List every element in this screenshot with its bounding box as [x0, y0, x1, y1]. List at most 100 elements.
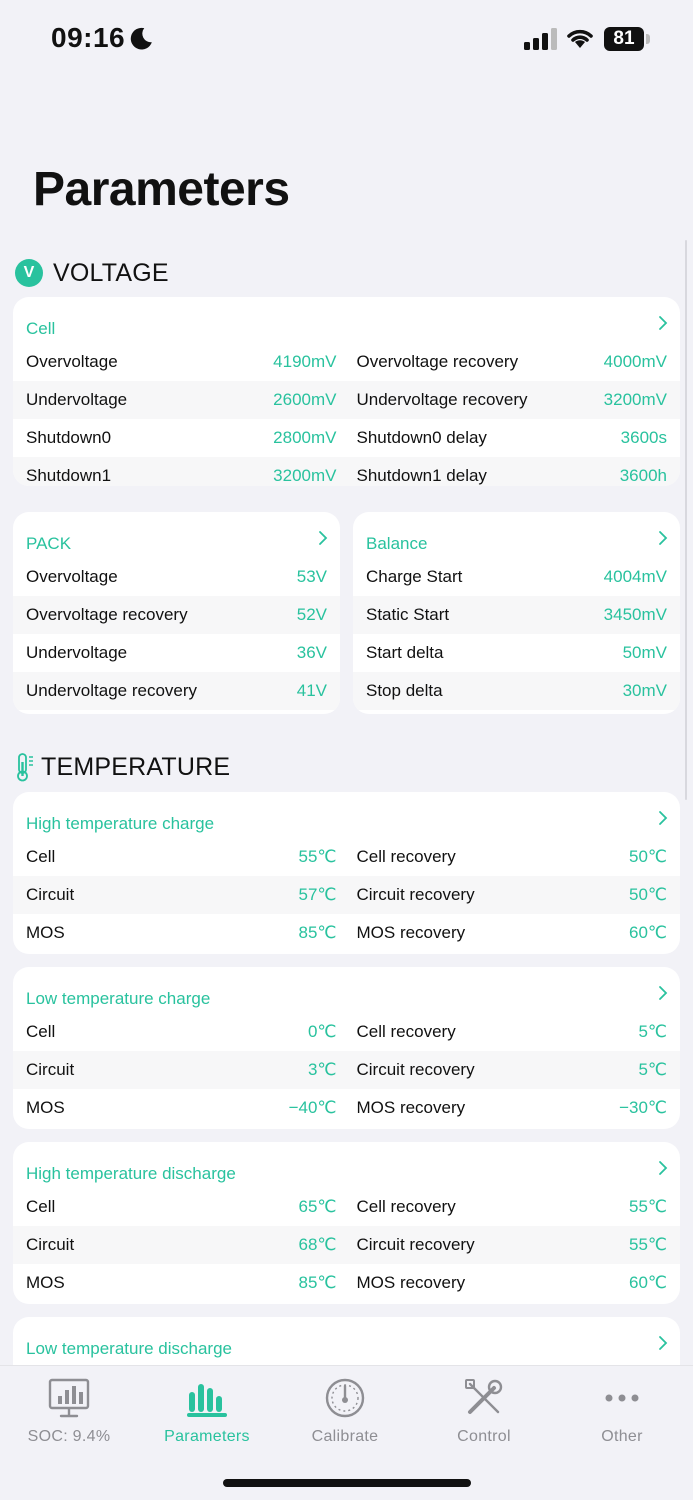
chevron-right-icon[interactable]	[658, 1160, 668, 1176]
table-row: Circuit 3℃ Circuit recovery 5℃	[13, 1051, 680, 1089]
tools-icon	[465, 1379, 503, 1414]
cell-card-header[interactable]: Cell	[13, 297, 680, 343]
table-row: Start delta 50mV	[353, 634, 680, 672]
param-value: 2600mV	[273, 390, 337, 409]
tab-other[interactable]: Other	[553, 1376, 691, 1456]
monitor-chart-icon	[48, 1378, 90, 1418]
high-temp-charge-header[interactable]: High temperature charge	[13, 792, 680, 838]
param-value: 3450mV	[603, 605, 667, 624]
table-row: Cell 0℃ Cell recovery 5℃	[13, 1013, 680, 1051]
param-value: 55℃	[298, 847, 337, 866]
low-temp-charge-header[interactable]: Low temperature charge	[13, 967, 680, 1013]
tab-parameters-label: Parameters	[164, 1428, 250, 1445]
high-temp-discharge-title: High temperature discharge	[26, 1164, 236, 1183]
tab-calibrate[interactable]: Calibrate	[276, 1376, 414, 1456]
tab-control[interactable]: Control	[415, 1376, 553, 1456]
param-value: 85℃	[298, 923, 337, 942]
voltage-badge-icon: V	[15, 259, 43, 287]
param-value: 0℃	[307, 1022, 337, 1041]
param-value: 50mV	[622, 643, 667, 662]
tab-parameters[interactable]: Parameters	[138, 1376, 276, 1456]
status-time: 09:16	[51, 22, 126, 53]
param-value: 52V	[296, 605, 327, 624]
param-label: Overvoltage	[26, 567, 118, 586]
chevron-right-icon[interactable]	[318, 530, 328, 546]
param-value: 30mV	[622, 681, 667, 700]
chevron-right-icon[interactable]	[658, 530, 668, 546]
param-label: Cell recovery	[356, 1197, 456, 1216]
low-temp-charge-title: Low temperature charge	[26, 989, 211, 1008]
table-row: MOS 85℃ MOS recovery 60℃	[13, 1264, 680, 1302]
param-label: Undervoltage	[26, 390, 128, 409]
param-label: Circuit	[26, 1060, 75, 1079]
param-label: MOS recovery	[356, 1098, 466, 1117]
low-temp-discharge-title: Low temperature discharge	[26, 1339, 233, 1358]
param-value: 3℃	[307, 1060, 337, 1079]
param-value: 3600h	[619, 466, 667, 485]
chevron-right-icon[interactable]	[658, 1335, 668, 1351]
battery-icon: 81	[604, 27, 644, 51]
pack-card[interactable]: PACK Overvoltage 53V Overvoltage recovery…	[13, 512, 340, 714]
param-label: Undervoltage recovery	[356, 390, 528, 409]
balance-card-title: Balance	[366, 534, 428, 553]
param-label: Shutdown0	[26, 428, 112, 447]
param-label: Static Start	[366, 605, 450, 624]
pack-card-title: PACK	[26, 534, 72, 553]
param-label: Circuit recovery	[356, 885, 475, 904]
param-label: Cell recovery	[356, 847, 456, 866]
table-row: Circuit 68℃ Circuit recovery 55℃	[13, 1226, 680, 1264]
param-label: Cell recovery	[356, 1022, 456, 1041]
param-label: MOS	[26, 923, 65, 942]
param-label: Circuit recovery	[356, 1060, 475, 1079]
param-label: Shutdown1 delay	[356, 466, 487, 485]
param-value: 3600s	[620, 428, 667, 447]
param-label: Undervoltage recovery	[26, 681, 198, 700]
balance-card[interactable]: Balance Charge Start 4004mV Static Start 3…	[353, 512, 680, 714]
balance-card-header[interactable]: Balance	[353, 512, 680, 558]
table-row: Static Start 3450mV	[353, 596, 680, 634]
param-value: −40℃	[288, 1098, 337, 1117]
table-row: Undervoltage 36V	[13, 634, 340, 672]
table-row: MOS 85℃ MOS recovery 60℃	[13, 914, 680, 952]
low-temp-charge-card[interactable]: Low temperature charge Cell 0℃ Cell recov…	[13, 967, 680, 1129]
low-temp-discharge-card[interactable]: Low temperature discharge	[13, 1317, 680, 1365]
param-value: 55℃	[628, 1197, 667, 1216]
table-row: Shutdown1 3200mV Shutdown1 delay 3600h	[13, 457, 680, 486]
param-value: 85℃	[298, 1273, 337, 1292]
chevron-right-icon[interactable]	[658, 985, 668, 1001]
param-value: 5℃	[638, 1022, 667, 1041]
param-label: Cell	[26, 847, 56, 866]
param-value: 5℃	[638, 1060, 667, 1079]
tab-calibrate-label: Calibrate	[311, 1428, 379, 1445]
param-label: Stop delta	[366, 681, 443, 700]
param-value: 41V	[296, 681, 327, 700]
pack-card-header[interactable]: PACK	[13, 512, 340, 558]
high-temp-charge-card[interactable]: High temperature charge Cell 55℃ Cell rec…	[13, 792, 680, 954]
chevron-right-icon[interactable]	[658, 810, 668, 826]
tab-soc[interactable]: SOC: 9.4%	[0, 1376, 138, 1456]
high-temp-discharge-header[interactable]: High temperature discharge	[13, 1142, 680, 1188]
table-row: Undervoltage recovery 41V	[13, 672, 340, 710]
param-value: 50℃	[628, 885, 667, 904]
voltage-section-header: V VOLTAGE	[15, 258, 169, 288]
param-label: Shutdown1	[26, 466, 112, 485]
param-label: MOS	[26, 1273, 65, 1292]
param-value: 4004mV	[603, 567, 667, 586]
tab-control-label: Control	[457, 1428, 511, 1445]
low-temp-discharge-header[interactable]: Low temperature discharge	[13, 1317, 680, 1363]
param-value: 55℃	[628, 1235, 667, 1254]
param-label: Charge Start	[366, 567, 463, 586]
chevron-right-icon[interactable]	[658, 315, 668, 331]
table-row: Cell 55℃ Cell recovery 50℃	[13, 838, 680, 876]
high-temp-discharge-card[interactable]: High temperature discharge Cell 65℃ Cell …	[13, 1142, 680, 1304]
high-temp-charge-title: High temperature charge	[26, 814, 215, 833]
param-value: 2800mV	[273, 428, 337, 447]
parameters-scroll-area[interactable]: V VOLTAGE Cell Overvoltage 4190mV Overvol…	[0, 250, 693, 1365]
cell-card[interactable]: Cell Overvoltage 4190mV Overvoltage recov…	[13, 297, 680, 486]
wifi-icon	[567, 29, 593, 48]
moon-icon	[130, 27, 152, 50]
table-row: Overvoltage 4190mV Overvoltage recovery 40…	[13, 343, 680, 381]
param-value: 36V	[296, 643, 327, 662]
tab-other-label: Other	[601, 1428, 643, 1445]
home-indicator[interactable]	[223, 1479, 471, 1487]
